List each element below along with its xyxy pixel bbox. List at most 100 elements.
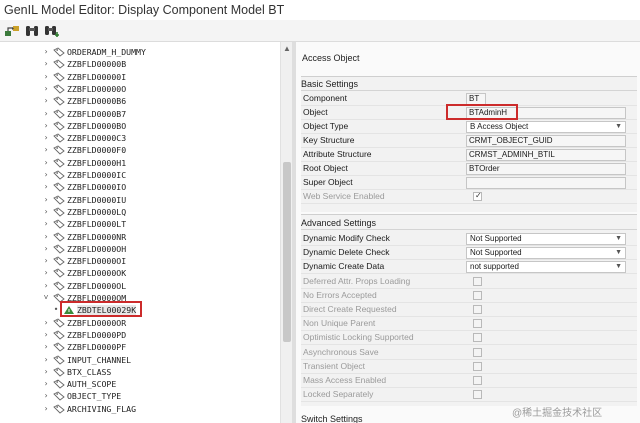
chevron-down-icon: ▼ (615, 123, 622, 130)
binoculars-icon[interactable] (24, 23, 40, 39)
field-label: Locked Separately (303, 388, 374, 399)
relation-tag-icon (53, 330, 65, 340)
chevron-right-icon[interactable]: › (42, 403, 50, 415)
chevron-right-icon[interactable]: › (42, 366, 50, 378)
chevron-right-icon[interactable]: › (42, 169, 50, 181)
tree-item-label: ZZBFLD0000B6 (67, 96, 127, 107)
object-tree: › ORDERADM_H_DUMMY › ZZBFLD00000B › ZZBFLD000… (0, 42, 280, 423)
tree-item-label: ZZBFLD0000IU (67, 194, 127, 205)
select-value: Not Supported (470, 248, 522, 257)
tree-scrollbar[interactable]: ▲ (280, 42, 292, 423)
relation-tag-icon (53, 256, 65, 266)
chevron-right-icon[interactable]: › (42, 108, 50, 120)
basic-settings-heading: Basic Settings (301, 79, 637, 91)
relation-tag-icon (53, 219, 65, 229)
chevron-right-icon[interactable]: › (42, 267, 50, 279)
field-label: Deferred Attr. Props Loading (303, 276, 411, 286)
find-next-icon[interactable] (44, 23, 60, 39)
relation-tag-icon (53, 367, 65, 377)
chevron-right-icon[interactable]: › (42, 144, 50, 156)
chevron-right-icon[interactable]: › (42, 206, 50, 218)
field-label: Asynchronous Save (303, 346, 379, 357)
field-dynamic-modify: Dynamic Modify Check Not Supported ▼ (301, 232, 637, 246)
tree-item-label: ZZBFLD0000PD (67, 329, 127, 340)
object-highlight-box (446, 104, 518, 120)
chevron-right-icon[interactable]: › (42, 194, 50, 206)
field-label: Dynamic Create Data (303, 261, 385, 271)
tree-item[interactable]: › ARCHIVING_FLAG (42, 402, 136, 416)
tree-item-label: AUTH_SCOPE (67, 379, 117, 390)
chevron-right-icon[interactable]: › (42, 255, 50, 267)
tree-item-label: ZZBFLD0000LT (67, 219, 127, 230)
option-checkbox[interactable] (473, 277, 482, 286)
chevron-right-icon[interactable]: › (42, 71, 50, 83)
select-value: not supported (470, 262, 519, 271)
field-label: Root Object (303, 163, 348, 173)
window-title: GenIL Model Editor: Display Component Mo… (4, 3, 285, 17)
chevron-right-icon[interactable]: › (42, 341, 50, 353)
object-type-select[interactable]: B Access Object ▼ (466, 121, 626, 133)
chevron-right-icon[interactable]: › (42, 354, 50, 366)
field-web-service: Web Service Enabled ✓ (301, 190, 637, 204)
tree-item-label: ZZBFLD0000OL (67, 280, 127, 291)
option-checkbox[interactable] (473, 333, 482, 343)
option-checkbox[interactable] (473, 375, 482, 385)
chevron-right-icon[interactable]: › (42, 46, 50, 58)
relation-tag-icon (53, 391, 65, 401)
tree-item-label: ZZBFLD0000H1 (67, 157, 127, 168)
option-checkbox[interactable] (473, 347, 482, 357)
relation-tag-icon (53, 158, 65, 168)
relation-tag-icon (53, 72, 65, 82)
hierarchy-icon[interactable] (4, 23, 20, 39)
dynamic-modify-select[interactable]: Not Supported ▼ (466, 233, 626, 245)
relation-tag-icon (53, 281, 65, 291)
relation-tag-icon (53, 121, 65, 131)
chevron-right-icon[interactable]: › (42, 58, 50, 70)
advanced-settings-heading: Advanced Settings (301, 218, 637, 230)
relation-tag-icon (53, 231, 65, 242)
chevron-right-icon[interactable]: › (42, 120, 50, 132)
tree-item-label: ZZBFLD0000OH (67, 243, 127, 254)
chevron-right-icon[interactable]: › (42, 280, 50, 292)
chevron-right-icon[interactable]: › (42, 231, 50, 243)
field-label: Direct Create Requested (303, 304, 397, 315)
field-key-structure: Key Structure CRMT_OBJECT_GUID (301, 134, 637, 148)
field-label: Object Type (303, 121, 349, 131)
chevron-right-icon[interactable]: › (42, 132, 50, 144)
field-attribute-structure: Attribute Structure CRMST_ADMINH_BTIL (301, 148, 637, 162)
tree-item-label: ZZBFLD0000NR (67, 231, 127, 242)
chevron-right-icon[interactable]: › (42, 317, 50, 329)
option-checkbox[interactable] (473, 389, 482, 399)
chevron-right-icon[interactable]: › (42, 243, 50, 255)
scroll-up-icon[interactable]: ▲ (283, 44, 291, 53)
option-checkbox[interactable] (473, 319, 482, 329)
field-dynamic-create: Dynamic Create Data not supported ▼ (301, 260, 637, 274)
option-checkbox[interactable] (473, 361, 482, 371)
tree-item-label: ZZBFLD0000OK (67, 268, 127, 279)
relation-tag-icon (53, 133, 65, 143)
field-label: Key Structure (303, 135, 355, 145)
option-checkbox[interactable] (473, 305, 482, 315)
dynamic-delete-select[interactable]: Not Supported ▼ (466, 247, 626, 259)
scroll-thumb[interactable] (283, 162, 291, 342)
super-object-value (466, 177, 626, 189)
tree-item-label: ZZBFLD0000IO (67, 182, 127, 193)
chevron-right-icon[interactable]: › (42, 157, 50, 169)
chevron-right-icon[interactable]: › (42, 83, 50, 95)
chevron-right-icon[interactable]: › (42, 181, 50, 193)
relation-tag-icon (53, 268, 65, 278)
relation-tag-icon (53, 354, 65, 365)
chevron-right-icon[interactable]: › (42, 329, 50, 341)
option-checkbox[interactable] (473, 291, 482, 301)
tree-item-label: ZZBFLD0000PF (67, 342, 127, 353)
dynamic-create-select[interactable]: not supported ▼ (466, 261, 626, 273)
toolbar (0, 20, 640, 42)
checkmark-icon: ✓ (475, 191, 482, 200)
chevron-down-icon[interactable]: ˅ (42, 292, 50, 304)
chevron-right-icon[interactable]: › (42, 218, 50, 230)
chevron-right-icon[interactable]: › (42, 95, 50, 107)
chevron-right-icon[interactable]: › (42, 390, 50, 402)
relation-tag-icon (53, 318, 65, 328)
chevron-right-icon[interactable]: › (42, 378, 50, 390)
web-service-checkbox[interactable]: ✓ (473, 191, 482, 201)
